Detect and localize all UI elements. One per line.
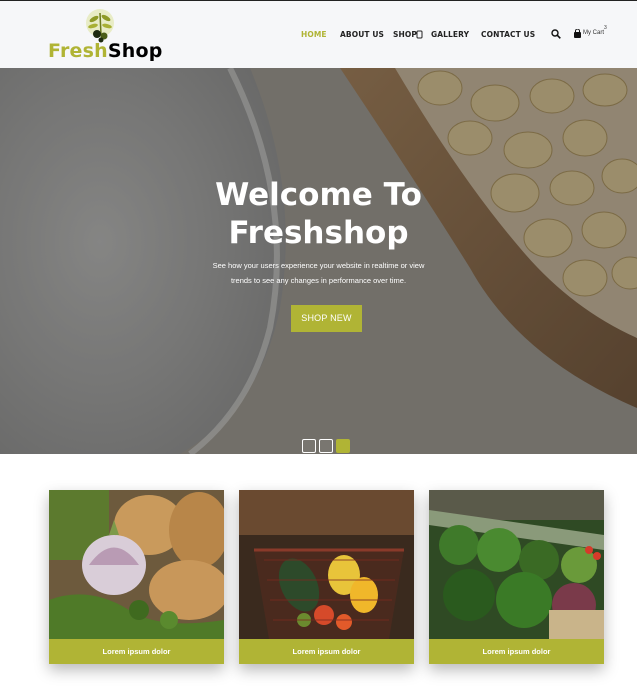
slider-dot-1[interactable] [302, 439, 316, 453]
garlic-potatoes-image [49, 490, 224, 639]
card-label: Lorem ipsum dolor [239, 639, 414, 664]
logo-text: FreshShop [48, 40, 163, 62]
nav-contact-us[interactable]: CONTACT US [481, 30, 535, 42]
category-card[interactable]: Lorem ipsum dolor [429, 490, 604, 664]
nav-about-us[interactable]: ABOUT US [340, 30, 384, 42]
hero-title-line2: Freshshop [228, 215, 409, 251]
card-label: Lorem ipsum dolor [429, 639, 604, 664]
nav-gallery[interactable]: GALLERY [431, 30, 469, 42]
hero-slider: Welcome To Freshshop See how your users … [0, 68, 637, 454]
slider-dot-3[interactable] [336, 439, 350, 453]
search-icon[interactable] [551, 29, 561, 39]
category-card[interactable]: Lorem ipsum dolor [49, 490, 224, 664]
dropdown-caret-icon[interactable] [416, 30, 423, 39]
hero-subtitle-line2: trends to see any changes in performance… [230, 276, 407, 285]
cart-count-badge: 3 [604, 25, 607, 31]
shopping-bag-icon [574, 29, 581, 38]
category-card[interactable]: Lorem ipsum dolor [239, 490, 414, 664]
cart-label: My Cart [583, 30, 604, 36]
vegetable-basket-image [239, 490, 414, 639]
shop-new-button[interactable]: SHOP NEW [291, 305, 362, 332]
produce-shelf-image [429, 490, 604, 639]
hero-title-line1: Welcome To [215, 177, 422, 213]
logo[interactable]: FreshShop [46, 9, 162, 65]
nav-home[interactable]: HOME [301, 30, 327, 42]
nav-shop[interactable]: SHOP [393, 30, 417, 42]
olive-branch-logo-icon [86, 9, 114, 43]
navbar: FreshShop HOME ABOUT US SHOP GALLERY CON… [0, 1, 637, 68]
slider-dot-2[interactable] [319, 439, 333, 453]
card-label: Lorem ipsum dolor [49, 639, 224, 664]
hero-subtitle-line1: See how your users experience your websi… [212, 261, 425, 270]
